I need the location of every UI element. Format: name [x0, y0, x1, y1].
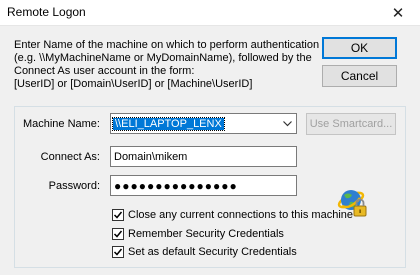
instructions-line: [UserID] or [Domain\UserID] or [Machine\… [14, 78, 253, 90]
close-icon: ✕ [391, 4, 405, 22]
default-credentials-checkbox[interactable] [112, 246, 124, 258]
ok-button[interactable]: OK [322, 37, 397, 59]
connect-as-label: Connect As: [40, 151, 100, 163]
title-bar: Remote Logon ✕ [0, 0, 420, 26]
remember-credentials-option[interactable]: Remember Security Credentials [112, 228, 284, 240]
checkmark-icon [113, 230, 123, 238]
close-connections-checkbox[interactable] [112, 209, 124, 221]
default-credentials-option[interactable]: Set as default Security Credentials [112, 246, 297, 258]
checkmark-icon [113, 248, 123, 256]
close-button[interactable]: ✕ [376, 0, 420, 25]
chevron-down-icon[interactable] [279, 114, 296, 133]
instructions-line: (e.g. \\MyMachineName or MyDomainName), … [14, 52, 312, 64]
window-title: Remote Logon [7, 5, 86, 19]
password-label: Password: [48, 180, 100, 192]
instructions-line: Enter Name of the machine on which to pe… [14, 39, 320, 51]
default-credentials-label: Set as default Security Credentials [128, 246, 297, 258]
cancel-button[interactable]: Cancel [322, 65, 397, 87]
remember-credentials-checkbox[interactable] [112, 228, 124, 240]
instructions-text: Enter Name of the machine on which to pe… [14, 39, 324, 91]
machine-name-value: \\ELI_LAPTOP_LENX [112, 116, 225, 131]
checkmark-icon [113, 211, 123, 219]
remember-credentials-label: Remember Security Credentials [128, 228, 284, 240]
instructions-line: Connect As user account in the form: [14, 65, 195, 77]
dialog-body: Enter Name of the machine on which to pe… [0, 26, 420, 275]
machine-name-combobox[interactable]: \\ELI_LAPTOP_LENX [110, 113, 297, 134]
password-field[interactable]: ●●●●●●●●●●●●●●● [110, 175, 297, 196]
machine-name-label: Machine Name: [22, 118, 100, 130]
connect-as-field[interactable]: Domain\mikem [110, 146, 297, 167]
use-smartcard-button[interactable]: Use Smartcard... [306, 113, 396, 135]
close-connections-label: Close any current connections to this ma… [128, 209, 354, 221]
close-connections-option[interactable]: Close any current connections to this ma… [112, 209, 353, 221]
